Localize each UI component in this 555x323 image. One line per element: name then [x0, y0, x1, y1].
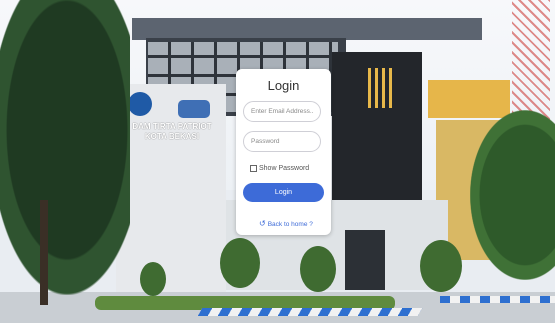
tree-left — [0, 0, 130, 295]
company-logo — [128, 92, 152, 116]
back-to-home-label: Back to home ? — [267, 220, 313, 228]
building-sign-wall — [116, 84, 226, 296]
building-entrance — [345, 230, 385, 290]
shrub — [420, 240, 462, 292]
login-button[interactable]: Login — [243, 183, 324, 202]
show-password-checkbox[interactable] — [250, 164, 257, 172]
shrub — [300, 246, 336, 292]
radio-tower — [512, 0, 550, 120]
painted-curb — [197, 308, 423, 316]
email-input[interactable] — [243, 101, 321, 122]
password-input[interactable] — [243, 131, 321, 152]
pdam-logo — [178, 100, 210, 118]
tree-right — [470, 110, 555, 280]
yellow-railing — [368, 68, 396, 108]
tree-trunk — [40, 200, 48, 305]
building-roof — [132, 18, 482, 40]
shrub — [220, 238, 260, 288]
undo-arrow-icon: ↺ — [259, 219, 266, 228]
building-sign-text: DAM TIRTA PATRIOT KOTA BEKASI — [132, 122, 212, 141]
back-to-home-link[interactable]: ↺ Back to home ? — [259, 220, 313, 228]
login-title: Login — [267, 78, 300, 93]
painted-curb — [440, 296, 555, 303]
shrub — [140, 262, 166, 296]
login-card: Login Show Password Login ↺ Back to home… — [236, 69, 331, 235]
show-password-label: Show Password — [259, 164, 310, 172]
show-password-row[interactable]: Show Password — [250, 163, 309, 173]
